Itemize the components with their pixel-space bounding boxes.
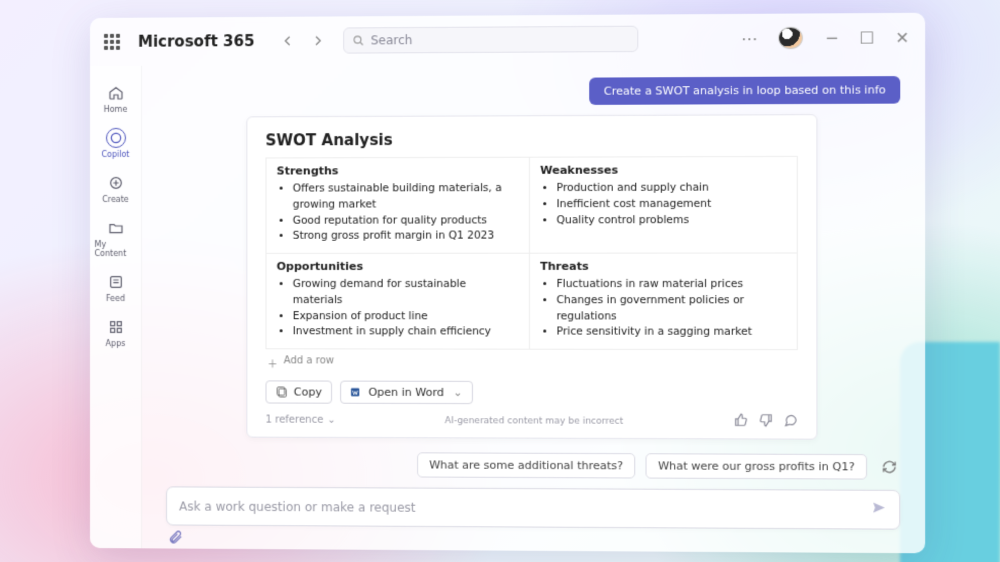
swot-opportunities-cell: Opportunities Growing demand for sustain… — [266, 254, 529, 349]
word-icon — [350, 386, 363, 399]
app-window: Microsoft 365 Search ⋯ ─ ☐ ✕ Home Copilo… — [90, 13, 925, 554]
send-icon — [871, 500, 887, 515]
refresh-suggestions-button[interactable] — [877, 456, 900, 479]
create-icon — [105, 173, 125, 193]
suggestions-row: What are some additional threats? What w… — [166, 437, 900, 486]
copilot-icon — [105, 128, 125, 148]
swot-heading: Threats — [540, 260, 786, 273]
swot-strengths-cell: Strengths Offers sustainable building ma… — [266, 158, 529, 254]
add-row-button[interactable]: ＋ Add a row — [265, 349, 797, 371]
open-in-word-label: Open in Word — [368, 386, 444, 399]
suggestion-chip[interactable]: What are some additional threats? — [417, 452, 635, 478]
user-prompt-chip: Create a SWOT analysis in loop based on … — [590, 76, 901, 105]
chevron-down-icon: ⌄ — [453, 386, 462, 399]
search-placeholder: Search — [371, 33, 413, 47]
references-label: 1 reference — [265, 415, 323, 426]
sidebar-item-create[interactable]: Create — [94, 168, 136, 209]
send-button[interactable] — [871, 500, 887, 519]
window-controls: ⋯ ─ ☐ ✕ — [737, 26, 915, 49]
swot-item: Strong gross profit margin in Q1 2023 — [293, 229, 519, 245]
copy-label: Copy — [294, 385, 322, 398]
refresh-icon — [881, 459, 897, 474]
open-in-word-button[interactable]: Open in Word ⌄ — [340, 381, 473, 405]
references-toggle[interactable]: 1 reference ⌄ — [265, 415, 335, 426]
sidebar-item-label: Home — [104, 105, 128, 114]
swot-weaknesses-cell: Weaknesses Production and supply chain I… — [530, 157, 797, 254]
swot-threats-cell: Threats Fluctuations in raw material pri… — [530, 254, 797, 350]
nav-back-button[interactable] — [277, 30, 299, 52]
swot-heading: Strengths — [277, 164, 519, 178]
window-maximize-button[interactable]: ☐ — [855, 28, 880, 47]
thumbs-down-button[interactable] — [759, 413, 773, 430]
sidebar-item-label: Copilot — [101, 150, 129, 159]
swot-item: Fluctuations in raw material prices — [556, 277, 786, 293]
swot-item: Changes in government policies or regula… — [556, 293, 786, 325]
chat-input-placeholder: Ask a work question or make a request — [179, 499, 863, 517]
avatar[interactable] — [778, 27, 803, 50]
swot-item: Growing demand for sustainable materials — [293, 277, 519, 309]
swot-item: Good reputation for quality products — [293, 213, 519, 229]
ai-disclaimer: AI-generated content may be incorrect — [445, 416, 624, 427]
swot-item: Expansion of product line — [293, 309, 519, 325]
chevron-down-icon: ⌄ — [327, 415, 335, 426]
feedback-bar — [734, 413, 798, 430]
feedback-more-button[interactable] — [783, 413, 797, 430]
sidebar-item-label: Apps — [106, 339, 126, 348]
plus-icon: ＋ — [268, 355, 278, 370]
swot-item: Offers sustainable building materials, a… — [293, 181, 519, 213]
chat-input[interactable]: Ask a work question or make a request — [166, 486, 900, 529]
paperclip-icon — [168, 529, 183, 544]
app-launcher-icon[interactable] — [104, 34, 122, 50]
swot-heading: Opportunities — [277, 260, 519, 273]
swot-item: Quality control problems — [556, 212, 786, 228]
sidebar-item-apps[interactable]: Apps — [94, 312, 136, 353]
card-title: SWOT Analysis — [265, 129, 797, 149]
folder-icon — [105, 218, 125, 238]
window-close-button[interactable]: ✕ — [890, 28, 915, 48]
suggestion-chip[interactable]: What were our gross profits in Q1? — [646, 453, 867, 479]
sidebar-item-copilot[interactable]: Copilot — [94, 123, 136, 164]
sidebar-item-home[interactable]: Home — [94, 78, 136, 119]
swot-grid: Strengths Offers sustainable building ma… — [265, 156, 797, 350]
swot-item: Inefficient cost management — [556, 196, 786, 212]
swot-item: Investment in supply chain efficiency — [293, 324, 519, 340]
nav-forward-button[interactable] — [307, 30, 329, 52]
sidebar-item-label: My Content — [94, 240, 136, 258]
feed-icon — [105, 272, 125, 292]
titlebar: Microsoft 365 Search ⋯ ─ ☐ ✕ — [90, 13, 925, 66]
more-button[interactable]: ⋯ — [737, 28, 762, 47]
brand-title: Microsoft 365 — [138, 32, 255, 51]
sidebar-item-label: Create — [102, 195, 129, 204]
apps-icon — [105, 317, 125, 337]
response-card: SWOT Analysis Strengths Offers sustainab… — [246, 114, 817, 440]
copy-button[interactable]: Copy — [265, 380, 331, 403]
swot-heading: Weaknesses — [540, 163, 786, 177]
copy-icon — [276, 385, 289, 398]
swot-item: Price sensitivity in a sagging market — [556, 325, 786, 341]
home-icon — [105, 83, 125, 103]
attach-button[interactable] — [168, 529, 183, 548]
window-minimize-button[interactable]: ─ — [819, 28, 844, 47]
add-row-label: Add a row — [284, 355, 335, 370]
swot-item: Production and supply chain — [556, 180, 786, 196]
sidebar-item-mycontent[interactable]: My Content — [94, 213, 136, 263]
search-icon — [352, 34, 364, 46]
sidebar-item-feed[interactable]: Feed — [94, 267, 136, 308]
thumbs-up-button[interactable] — [734, 413, 748, 430]
search-input[interactable]: Search — [343, 26, 638, 54]
main-pane: Create a SWOT analysis in loop based on … — [142, 62, 925, 554]
sidebar-item-label: Feed — [106, 294, 125, 303]
sidebar: Home Copilot Create My Content Feed Apps — [90, 66, 142, 554]
